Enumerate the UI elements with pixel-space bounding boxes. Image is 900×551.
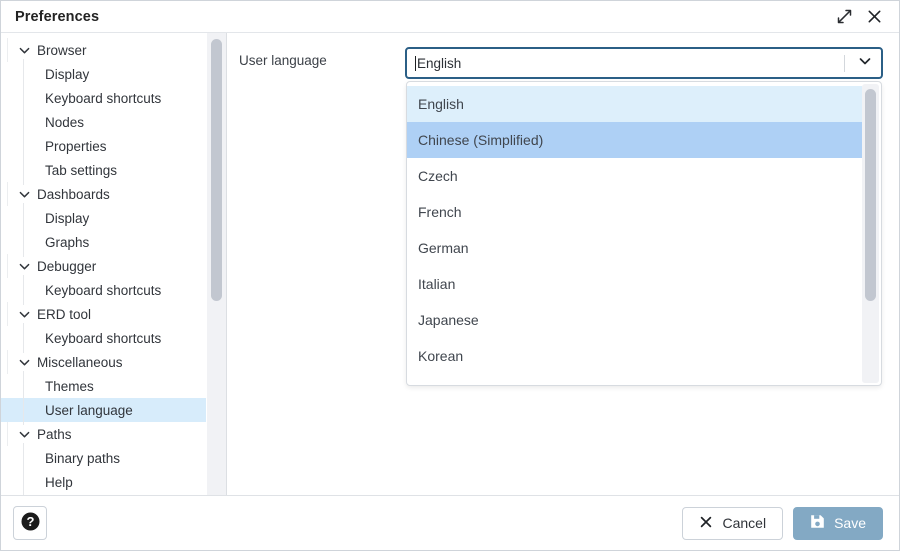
dialog-body: Browser Display Keyboard shortcuts Nodes Pro… [1, 33, 899, 496]
sidebar-item-label: Miscellaneous [37, 355, 123, 370]
language-select-wrapper: English EnglishChinese (Simplified)Czech… [405, 47, 883, 79]
sidebar-item-keyboard-shortcuts[interactable]: Keyboard shortcuts [1, 278, 206, 302]
chevron-down-icon[interactable] [17, 187, 31, 201]
language-option[interactable]: French [407, 194, 862, 230]
sidebar-item-label: Display [45, 67, 89, 82]
language-option-label: Czech [418, 168, 458, 184]
dialog-titlebar: Preferences [1, 1, 899, 33]
chevron-down-icon[interactable] [17, 259, 31, 273]
language-option[interactable]: English [407, 86, 862, 122]
sidebar-item-label: Keyboard shortcuts [45, 91, 161, 106]
select-separator [844, 55, 845, 72]
sidebar-item-label: User language [45, 403, 133, 418]
sidebar-item-erd-tool[interactable]: ERD tool [1, 302, 206, 326]
preferences-sidebar: Browser Display Keyboard shortcuts Nodes Pro… [1, 33, 227, 495]
language-option-label: Japanese [418, 312, 479, 328]
dropdown-scrollbar-thumb[interactable] [865, 89, 876, 301]
svg-text:?: ? [26, 514, 34, 529]
floppy-disk-save-icon [810, 514, 825, 532]
language-option[interactable]: Chinese (Simplified) [407, 122, 862, 158]
language-option-label: French [418, 204, 462, 220]
sidebar-item-graphs[interactable]: Graphs [1, 230, 206, 254]
language-option[interactable]: Czech [407, 158, 862, 194]
preferences-tree: Browser Display Keyboard shortcuts Nodes Pro… [1, 33, 206, 495]
sidebar-item-debugger[interactable]: Debugger [1, 254, 206, 278]
expand-diagonal-icon [836, 8, 853, 25]
language-select-value: English [417, 56, 461, 71]
language-option-list: English Chinese (Simplified) Czech French Ge… [407, 82, 862, 385]
chevron-down-icon[interactable] [17, 427, 31, 441]
sidebar-item-label: Themes [45, 379, 94, 394]
sidebar-item-keyboard-shortcuts[interactable]: Keyboard shortcuts [1, 86, 206, 110]
language-option-label: English [418, 96, 464, 112]
close-icon [866, 8, 883, 25]
language-option[interactable]: German [407, 230, 862, 266]
language-option-label: German [418, 240, 469, 256]
close-x-icon [699, 515, 713, 532]
select-dropdown-toggle[interactable] [855, 54, 881, 73]
language-option-label: Korean [418, 348, 463, 364]
sidebar-item-label: Display [45, 211, 89, 226]
question-mark-icon: ? [20, 511, 41, 535]
language-option[interactable]: Japanese [407, 302, 862, 338]
sidebar-item-binary-paths[interactable]: Binary paths [1, 446, 206, 470]
sidebar-item-help[interactable]: Help [1, 470, 206, 494]
sidebar-item-paths[interactable]: Paths [1, 422, 206, 446]
language-option-label: Chinese (Simplified) [418, 132, 543, 148]
chevron-down-icon[interactable] [17, 355, 31, 369]
maximize-button[interactable] [829, 3, 859, 31]
sidebar-item-label: Keyboard shortcuts [45, 331, 161, 346]
dropdown-scrollbar-track[interactable] [862, 84, 879, 383]
chevron-down-icon[interactable] [17, 307, 31, 321]
language-select-input[interactable]: English [405, 47, 883, 79]
sidebar-item-label: Graphs [45, 235, 89, 250]
sidebar-item-browser[interactable]: Browser [1, 38, 206, 62]
save-button-label: Save [834, 515, 866, 531]
chevron-down-icon[interactable] [17, 43, 31, 57]
sidebar-item-themes[interactable]: Themes [1, 374, 206, 398]
sidebar-item-label: ERD tool [37, 307, 91, 322]
language-dropdown-menu: English Chinese (Simplified) Czech French Ge… [406, 81, 882, 386]
sidebar-scrollbar-thumb[interactable] [211, 39, 222, 301]
preferences-dialog: Preferences Browser Display Keyboard short… [0, 0, 900, 551]
chevron-down-icon [858, 54, 872, 73]
preferences-content: User language English [227, 33, 899, 495]
user-language-label: User language [239, 47, 405, 68]
sidebar-item-label: Nodes [45, 115, 84, 130]
cancel-button[interactable]: Cancel [682, 507, 783, 540]
sidebar-scrollbar-track[interactable] [207, 33, 226, 495]
sidebar-item-label: Debugger [37, 259, 96, 274]
sidebar-item-label: Paths [37, 427, 72, 442]
language-option[interactable]: Korean [407, 338, 862, 374]
sidebar-item-dashboards[interactable]: Dashboards [1, 182, 206, 206]
sidebar-item-nodes[interactable]: Nodes [1, 110, 206, 134]
user-language-field-row: User language English [239, 47, 883, 79]
sidebar-item-user-language[interactable]: User language [1, 398, 206, 422]
language-option-label: Italian [418, 276, 455, 292]
dialog-footer: ? Cancel Save [1, 496, 899, 550]
help-button[interactable]: ? [13, 506, 47, 540]
cancel-button-label: Cancel [722, 515, 766, 531]
sidebar-item-label: Browser [37, 43, 87, 58]
sidebar-item-label: Help [45, 475, 73, 490]
close-button[interactable] [859, 3, 889, 31]
sidebar-item-label: Properties [45, 139, 107, 154]
language-select-value-container: English [415, 56, 844, 71]
sidebar-item-tab-settings[interactable]: Tab settings [1, 158, 206, 182]
sidebar-item-display[interactable]: Display [1, 206, 206, 230]
language-option[interactable]: Italian [407, 266, 862, 302]
sidebar-item-label: Binary paths [45, 451, 120, 466]
text-caret [415, 56, 416, 71]
sidebar-item-label: Tab settings [45, 163, 117, 178]
sidebar-item-miscellaneous[interactable]: Miscellaneous [1, 350, 206, 374]
sidebar-item-display[interactable]: Display [1, 62, 206, 86]
sidebar-item-label: Keyboard shortcuts [45, 283, 161, 298]
sidebar-item-properties[interactable]: Properties [1, 134, 206, 158]
sidebar-item-label: Dashboards [37, 187, 110, 202]
save-button[interactable]: Save [793, 507, 883, 540]
dialog-title: Preferences [15, 9, 829, 25]
sidebar-item-keyboard-shortcuts[interactable]: Keyboard shortcuts [1, 326, 206, 350]
